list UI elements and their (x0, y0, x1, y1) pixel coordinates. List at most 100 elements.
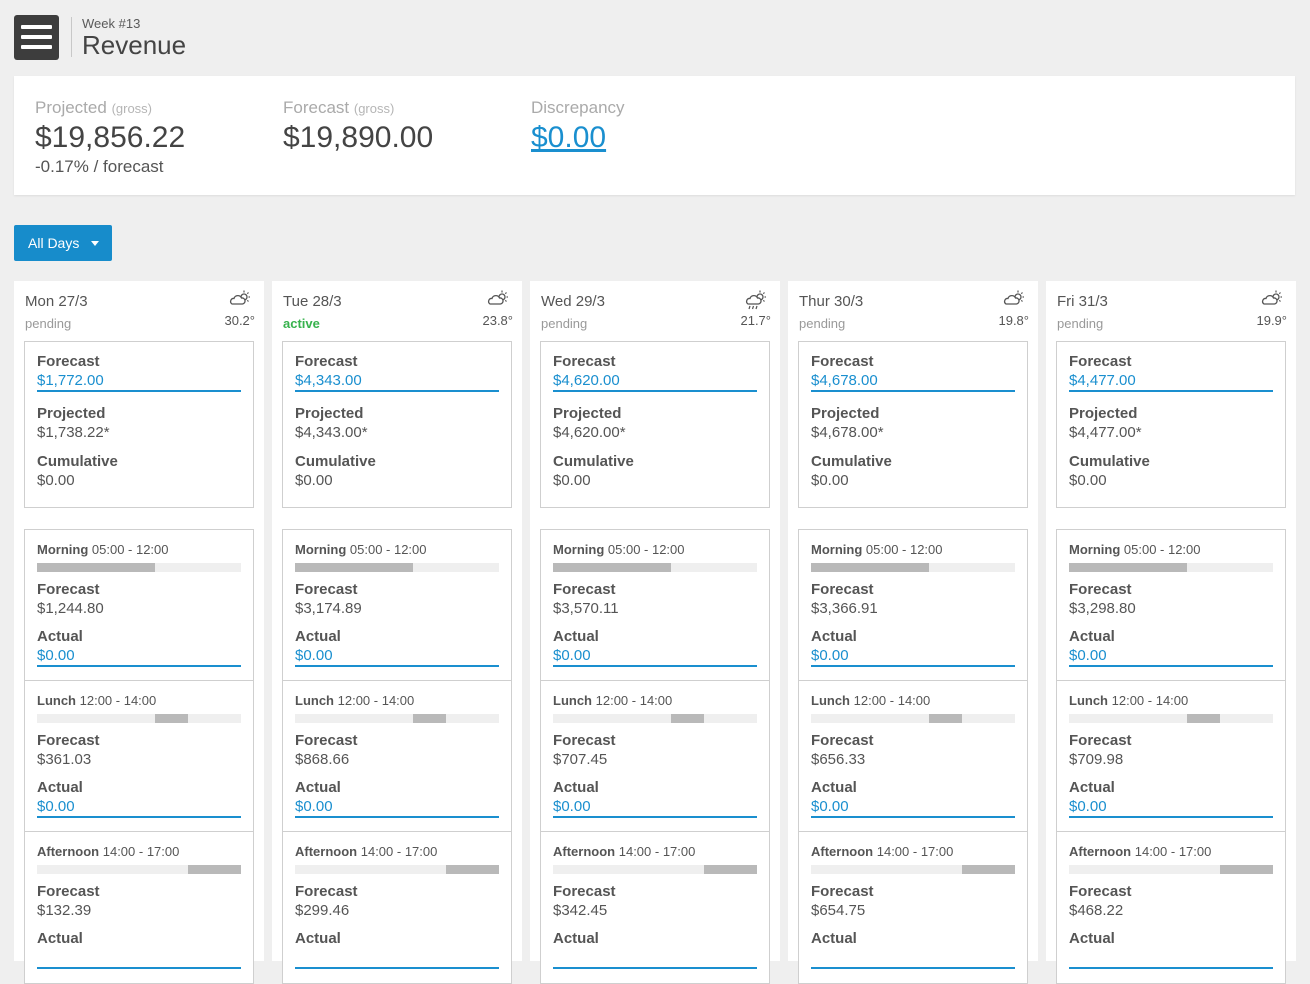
slot-timebar (1069, 714, 1273, 723)
slot-title: Afternoon 14:00 - 17:00 (553, 844, 757, 859)
projected-summary: Projected (gross) $19,856.22 -0.17% / fo… (35, 98, 185, 177)
slot-forecast-value: $3,174.89 (295, 600, 362, 617)
slot-actual-input[interactable]: $0.00 (295, 647, 499, 667)
slot-forecast-value: $707.45 (553, 751, 608, 768)
hamburger-menu-icon[interactable] (14, 14, 59, 60)
slot-actual-input[interactable] (553, 949, 757, 969)
slot-timebar-fill (929, 714, 962, 723)
forecast-label: Forecast (37, 353, 100, 370)
actual-label: Actual (811, 628, 857, 645)
slot-timebar-fill (671, 714, 704, 723)
slot-actual-input[interactable] (37, 949, 241, 969)
forecast-label: Forecast (37, 732, 100, 749)
slot-timebar-fill (703, 865, 757, 874)
projected-label: Projected (553, 405, 622, 422)
day-cumulative-value: $0.00 (295, 472, 333, 489)
slot-afternoon: Afternoon 14:00 - 17:00 Forecast $132.39… (25, 832, 253, 983)
day-forecast-link[interactable]: $4,620.00 (553, 372, 757, 392)
slot-actual-input[interactable]: $0.00 (295, 798, 499, 818)
actual-label: Actual (553, 779, 599, 796)
slot-actual-input[interactable]: $0.00 (811, 798, 1015, 818)
forecast-label: Forecast (1069, 883, 1132, 900)
slot-time: 12:00 - 14:00 (595, 693, 673, 708)
day-totals-card: Forecast $4,678.00 Projected $4,678.00* … (798, 341, 1028, 508)
slot-title: Afternoon 14:00 - 17:00 (811, 844, 1015, 859)
slot-timebar (295, 865, 499, 874)
forecast-label: Forecast (811, 353, 874, 370)
forecast-label: Forecast (1069, 732, 1132, 749)
slot-actual-input[interactable]: $0.00 (553, 798, 757, 818)
slot-timebar (37, 563, 241, 572)
slot-lunch: Lunch 12:00 - 14:00 Forecast $707.45 Act… (541, 681, 769, 832)
title-divider (71, 17, 72, 57)
projected-sublabel: (gross) (111, 101, 153, 116)
slot-actual-input[interactable]: $0.00 (1069, 647, 1273, 667)
day-status: active (283, 316, 320, 331)
actual-label: Actual (811, 930, 857, 947)
day-totals-card: Forecast $4,477.00 Projected $4,477.00* … (1056, 341, 1286, 508)
projected-note: -0.17% / forecast (35, 157, 164, 176)
slot-timebar (37, 865, 241, 874)
slot-afternoon: Afternoon 14:00 - 17:00 Forecast $654.75… (799, 832, 1027, 983)
slot-time: 12:00 - 14:00 (337, 693, 415, 708)
day-header: Fri 31/3 pending 19.9° (1046, 281, 1296, 341)
slot-timebar-fill (553, 563, 672, 572)
slot-timebar (553, 865, 757, 874)
forecast-label: Forecast (1069, 353, 1132, 370)
slot-title: Morning 05:00 - 12:00 (553, 542, 757, 557)
day-cumulative-value: $0.00 (811, 472, 849, 489)
day-forecast-link[interactable]: $4,678.00 (811, 372, 1015, 392)
day-forecast-link[interactable]: $4,477.00 (1069, 372, 1273, 392)
slot-afternoon: Afternoon 14:00 - 17:00 Forecast $299.46… (283, 832, 511, 983)
slot-time: 05:00 - 12:00 (91, 542, 169, 557)
slot-timebar (1069, 865, 1273, 874)
slot-timebar (553, 563, 757, 572)
slot-afternoon: Afternoon 14:00 - 17:00 Forecast $342.45… (541, 832, 769, 983)
slot-name: Lunch (37, 693, 76, 708)
slot-forecast-value: $709.98 (1069, 751, 1124, 768)
slot-title: Morning 05:00 - 12:00 (1069, 542, 1273, 557)
day-forecast-link[interactable]: $1,772.00 (37, 372, 241, 392)
slot-name: Morning (553, 542, 605, 557)
slot-timebar-fill (1187, 714, 1220, 723)
day-projected-value: $1,738.22* (37, 424, 110, 441)
slot-actual-input[interactable]: $0.00 (37, 798, 241, 818)
slot-actual-input[interactable]: $0.00 (37, 647, 241, 667)
slot-morning: Morning 05:00 - 12:00 Forecast $3,366.91… (799, 530, 1027, 681)
day-name: Wed 29/3 (541, 293, 605, 310)
slot-timebar (811, 563, 1015, 572)
day-column-4: Fri 31/3 pending 19.9° Forecast $4,477.0… (1046, 281, 1296, 984)
caret-down-icon (91, 240, 100, 246)
day-projected-value: $4,678.00* (811, 424, 884, 441)
slot-title: Lunch 12:00 - 14:00 (295, 693, 499, 708)
day-slots-card: Morning 05:00 - 12:00 Forecast $3,174.89… (282, 529, 512, 984)
slot-timebar (811, 714, 1015, 723)
slot-actual-input[interactable] (295, 949, 499, 969)
discrepancy-value-link[interactable]: $0.00 (531, 121, 625, 155)
title-block: Week #13 Revenue (82, 17, 186, 58)
projected-label: Projected (811, 405, 880, 422)
slot-actual-input[interactable]: $0.00 (811, 647, 1015, 667)
summary-panel: Projected (gross) $19,856.22 -0.17% / fo… (14, 76, 1295, 195)
slot-actual-input[interactable] (1069, 949, 1273, 969)
slot-actual-input[interactable] (811, 949, 1015, 969)
slot-time: 14:00 - 17:00 (876, 844, 954, 859)
day-cumulative-value: $0.00 (1069, 472, 1107, 489)
day-column-3: Thur 30/3 pending 19.8° Forecast $4,678.… (788, 281, 1038, 984)
slot-timebar-fill (413, 714, 446, 723)
slot-lunch: Lunch 12:00 - 14:00 Forecast $709.98 Act… (1057, 681, 1285, 832)
slot-name: Afternoon (295, 844, 358, 859)
temperature: 21.7° (740, 313, 771, 328)
slot-forecast-value: $3,570.11 (553, 600, 619, 617)
cloud-sun-rain-icon (745, 290, 766, 310)
all-days-dropdown[interactable]: All Days (14, 225, 112, 261)
forecast-label: Forecast (283, 98, 350, 117)
slot-timebar (37, 714, 241, 723)
slot-title: Lunch 12:00 - 14:00 (553, 693, 757, 708)
day-forecast-link[interactable]: $4,343.00 (295, 372, 499, 392)
slot-actual-input[interactable]: $0.00 (1069, 798, 1273, 818)
cumulative-label: Cumulative (295, 453, 376, 470)
slot-title: Morning 05:00 - 12:00 (295, 542, 499, 557)
day-status: pending (541, 316, 588, 331)
slot-actual-input[interactable]: $0.00 (553, 647, 757, 667)
